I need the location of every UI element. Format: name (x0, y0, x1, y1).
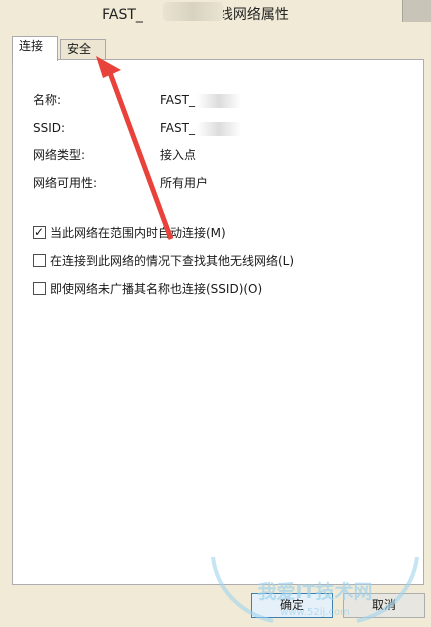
tab-security[interactable]: 安全 (60, 39, 106, 59)
close-button[interactable] (402, 0, 431, 22)
name-value-text: FAST_ (160, 93, 195, 107)
window-title-prefix: FAST_ (102, 7, 143, 23)
title-bar: FAST_ 无线网络属性 (0, 0, 431, 30)
ssid-value: FAST_ (160, 119, 241, 137)
network-availability-value: 所有用户 (160, 176, 209, 190)
redacted-ssid (196, 121, 241, 136)
cancel-button-label: 取消 (371, 598, 396, 612)
connect-hidden-ssid-label: 即使网络未广播其名称也连接(SSID)(O) (50, 282, 263, 296)
tab-connection-label: 连接 (19, 39, 44, 53)
look-for-other-networks-checkbox[interactable] (33, 254, 46, 267)
redacted-title-area (163, 2, 223, 21)
tab-security-label: 安全 (67, 42, 92, 56)
name-value: FAST_ (160, 91, 241, 109)
look-for-other-networks-label: 在连接到此网络的情况下查找其他无线网络(L) (50, 254, 295, 268)
ssid-value-text: FAST_ (160, 121, 195, 135)
auto-connect-label: 当此网络在范围内时自动连接(M) (50, 226, 226, 240)
ok-button[interactable]: 确定 (251, 593, 333, 618)
ok-button-label: 确定 (279, 598, 304, 612)
redacted-name (196, 93, 241, 108)
tab-connection[interactable]: 连接 (12, 36, 58, 61)
network-availability-label: 网络可用性: (33, 176, 98, 190)
network-type-label: 网络类型: (33, 148, 86, 162)
ssid-label: SSID: (33, 121, 66, 135)
auto-connect-option[interactable]: 当此网络在范围内时自动连接(M) (33, 223, 226, 242)
connect-hidden-ssid-checkbox[interactable] (33, 282, 46, 295)
connection-panel: 名称: FAST_ SSID: FAST_ 网络类型: 接入点 网络可用性: 所… (12, 59, 424, 585)
look-for-other-networks-option[interactable]: 在连接到此网络的情况下查找其他无线网络(L) (33, 252, 294, 270)
connect-hidden-ssid-option[interactable]: 即使网络未广播其名称也连接(SSID)(O) (33, 280, 262, 298)
cancel-button[interactable]: 取消 (343, 593, 425, 618)
auto-connect-checkbox[interactable] (33, 223, 46, 241)
network-type-value: 接入点 (160, 148, 197, 162)
name-label: 名称: (33, 93, 62, 107)
